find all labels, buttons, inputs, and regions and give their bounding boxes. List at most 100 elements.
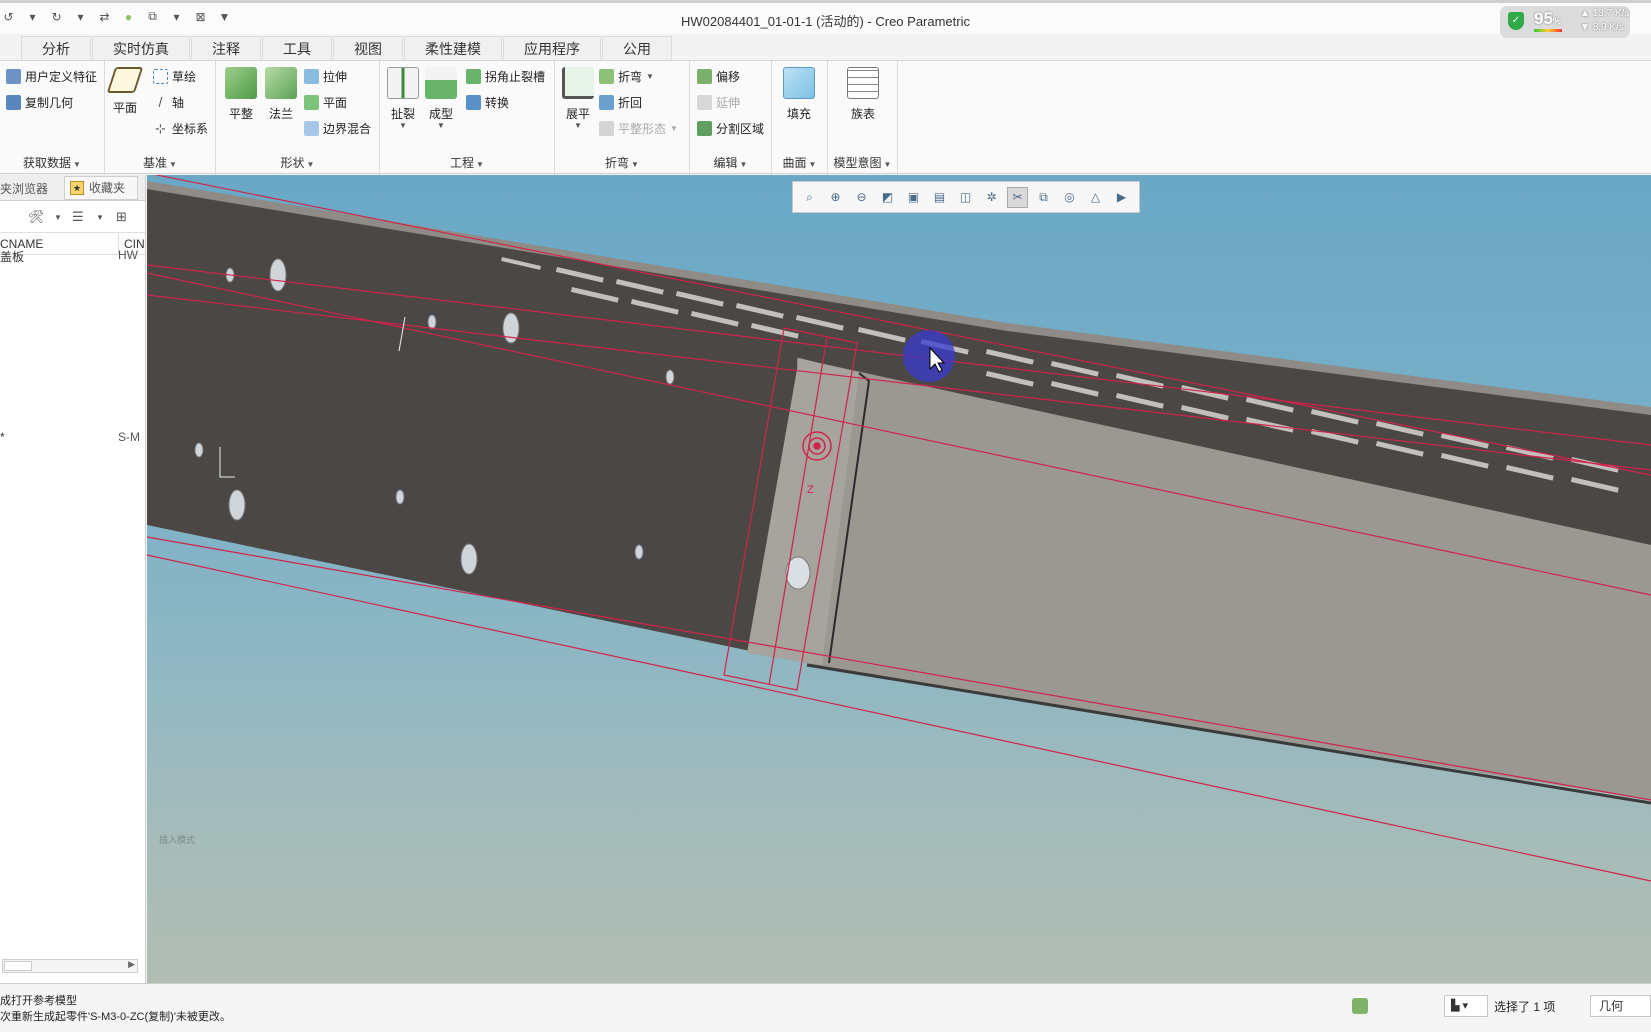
fill-button[interactable]: 填充 — [782, 67, 816, 122]
tree-row[interactable]: * S-M — [0, 430, 140, 444]
corner-relief-button[interactable]: 拐角止裂槽 — [466, 67, 545, 85]
datum-display-filters-icon[interactable]: ✲ — [981, 187, 1002, 208]
bend-back-icon — [599, 94, 614, 110]
rip-dropdown-icon[interactable]: ▼ — [386, 122, 420, 130]
more-view-options-icon[interactable]: ▶ — [1111, 187, 1132, 208]
offset-button[interactable]: 偏移 — [697, 67, 740, 85]
perspective-icon[interactable]: ◎ — [1059, 187, 1080, 208]
coordinate-system-button[interactable]: ⊹ 坐标系 — [153, 119, 208, 137]
window-title: HW02084401_01-01-1 (活动的) - Creo Parametr… — [681, 14, 970, 29]
bend-back-button[interactable]: 折回 — [599, 93, 642, 111]
annotation-display-icon[interactable]: ✂ — [1007, 186, 1028, 208]
tab-flexible-modeling[interactable]: 柔性建模 — [404, 36, 502, 60]
planar-icon — [304, 94, 319, 110]
unbend-dropdown-icon[interactable]: ▼ — [561, 122, 595, 130]
axis-button[interactable]: / 轴 — [153, 93, 184, 111]
copy-geometry-icon — [6, 94, 21, 110]
regeneration-status-icon[interactable] — [1352, 998, 1368, 1014]
flat-pattern-button[interactable]: 平整形态 ▼ — [599, 119, 678, 137]
tab-applications[interactable]: 应用程序 — [503, 36, 601, 60]
form-dropdown-icon[interactable]: ▼ — [424, 122, 458, 130]
copy-geometry-button[interactable]: 复制几何 — [6, 93, 73, 111]
scroll-right-icon[interactable]: ▶ — [128, 959, 135, 970]
tree-filter-icon[interactable]: ⊞ — [116, 209, 127, 225]
group-datum: 平面 草绘 / 轴 ⊹ 坐标系 基准 ▼ — [105, 61, 216, 175]
tree-row[interactable]: 盖板 HW — [0, 248, 140, 265]
horizontal-scrollbar[interactable]: ▶ — [2, 959, 138, 973]
group-label-datum[interactable]: 基准 ▼ — [105, 154, 215, 171]
tab-analysis[interactable]: 分析 — [21, 36, 91, 60]
group-label-get-data[interactable]: 获取数据 ▼ — [0, 154, 104, 171]
spin-center-icon[interactable]: ⧉ — [1033, 187, 1054, 208]
flat-pattern-icon — [599, 120, 614, 136]
tree-settings-dropdown-icon[interactable]: ▼ — [54, 213, 62, 222]
tab-folder-browser[interactable]: 夹浏览器 — [0, 180, 48, 197]
model-tree-panel: 夹浏览器 ★ 收藏夹 🛠 ▼ ☰ ▼ ⊞ CNAME CIN 盖板 HW * S… — [0, 175, 146, 983]
appearance-icon[interactable]: △ — [1085, 187, 1106, 208]
family-table-button[interactable]: 填充 族表 — [846, 67, 880, 122]
rip-button[interactable]: 扯裂 ▼ — [386, 67, 420, 130]
form-button[interactable]: 成型 ▼ — [424, 67, 458, 130]
upload-speed: ▲ 13.7 K/s — [1580, 8, 1630, 19]
refit-icon[interactable]: ⌕ — [799, 187, 820, 208]
corner-relief-icon — [466, 68, 481, 84]
rip-icon — [387, 67, 419, 99]
sketch-icon — [153, 68, 168, 84]
group-surfaces: 填充 曲面 ▼ — [772, 61, 828, 175]
extend-button[interactable]: 延伸 — [697, 93, 740, 111]
udf-icon — [6, 68, 21, 84]
bend-button[interactable]: 折弯 ▼ — [599, 67, 654, 85]
unbend-icon — [562, 67, 594, 99]
tree-settings-icon[interactable]: 🛠 — [28, 209, 45, 225]
flat-wall-icon — [225, 67, 257, 99]
coordinate-system-icon: ⊹ — [155, 120, 166, 136]
group-label-surfaces[interactable]: 曲面 ▼ — [772, 154, 827, 171]
model-render[interactable]: Z — [147, 175, 1651, 983]
group-label-bends[interactable]: 折弯 ▼ — [555, 154, 689, 171]
group-editing: 偏移 延伸 分割区域 编辑 ▼ — [690, 61, 772, 175]
tree-columns-icon[interactable]: ☰ — [72, 209, 84, 225]
download-speed: ▼ 8.9 K/s — [1580, 22, 1624, 33]
sketch-button[interactable]: 草绘 — [153, 67, 196, 85]
group-label-shapes[interactable]: 形状 ▼ — [216, 154, 379, 171]
repaint-icon[interactable]: ◩ — [877, 187, 898, 208]
tab-utilities[interactable]: 公用 — [602, 36, 672, 60]
group-label-model-intent[interactable]: 模型意图 ▼ — [828, 154, 897, 171]
split-area-button[interactable]: 分割区域 — [697, 119, 764, 137]
conversion-button[interactable]: 转换 — [466, 93, 509, 111]
selection-count: 选择了 1 项 — [1494, 1000, 1556, 1014]
zoom-out-icon[interactable]: ⊖ — [851, 187, 872, 208]
planar-button[interactable]: 平面 — [304, 93, 347, 111]
tab-tools[interactable]: 工具 — [262, 36, 332, 60]
selection-filter-toggle[interactable]: ▙ ▾ — [1444, 995, 1488, 1017]
tree-columns-dropdown-icon[interactable]: ▼ — [96, 213, 104, 222]
display-style-icon[interactable]: ▣ — [903, 187, 924, 208]
extrude-button[interactable]: 拉伸 — [304, 67, 347, 85]
scrollbar-thumb[interactable] — [4, 961, 32, 971]
flat-wall-button[interactable]: 平整 — [224, 67, 258, 122]
group-label-editing[interactable]: 编辑 ▼ — [690, 154, 771, 171]
zoom-in-icon[interactable]: ⊕ — [825, 187, 846, 208]
tree-toolbar: 🛠 ▼ ☰ ▼ ⊞ — [0, 201, 145, 233]
selection-filter-dropdown[interactable]: 几何 — [1590, 995, 1651, 1017]
group-engineering: 扯裂 ▼ 成型 ▼ 拐角止裂槽 转换 工程 ▼ — [380, 61, 555, 175]
datum-plane-icon — [106, 67, 144, 93]
tab-view[interactable]: 视图 — [333, 36, 403, 60]
datum-plane-button[interactable]: 平面 — [106, 67, 144, 116]
graphics-viewport[interactable]: Z ⌕ ⊕ ⊖ ◩ ▣ ▤ ◫ ✲ ✂ ⧉ ◎ △ ▶ 插入模式 — [147, 175, 1651, 983]
group-label-engineering[interactable]: 工程 ▼ — [380, 154, 554, 171]
saved-orientations-icon[interactable]: ▤ — [929, 187, 950, 208]
group-get-data: 用户定义特征 复制几何 获取数据 ▼ — [0, 61, 105, 175]
unbend-button[interactable]: 展平 ▼ — [561, 67, 595, 130]
tab-favorites[interactable]: ★ 收藏夹 — [64, 176, 138, 200]
boundary-blend-button[interactable]: 边界混合 — [304, 119, 371, 137]
fill-icon — [783, 67, 815, 99]
flange-button[interactable]: 法兰 — [264, 67, 298, 122]
favorites-icon: ★ — [70, 181, 84, 195]
view-manager-icon[interactable]: ◫ — [955, 187, 976, 208]
tab-live-simulation[interactable]: 实时仿真 — [92, 36, 190, 60]
tab-annotate[interactable]: 注释 — [191, 36, 261, 60]
split-area-icon — [697, 120, 712, 136]
user-defined-feature-button[interactable]: 用户定义特征 — [6, 67, 97, 85]
cursor-highlight — [903, 330, 955, 382]
